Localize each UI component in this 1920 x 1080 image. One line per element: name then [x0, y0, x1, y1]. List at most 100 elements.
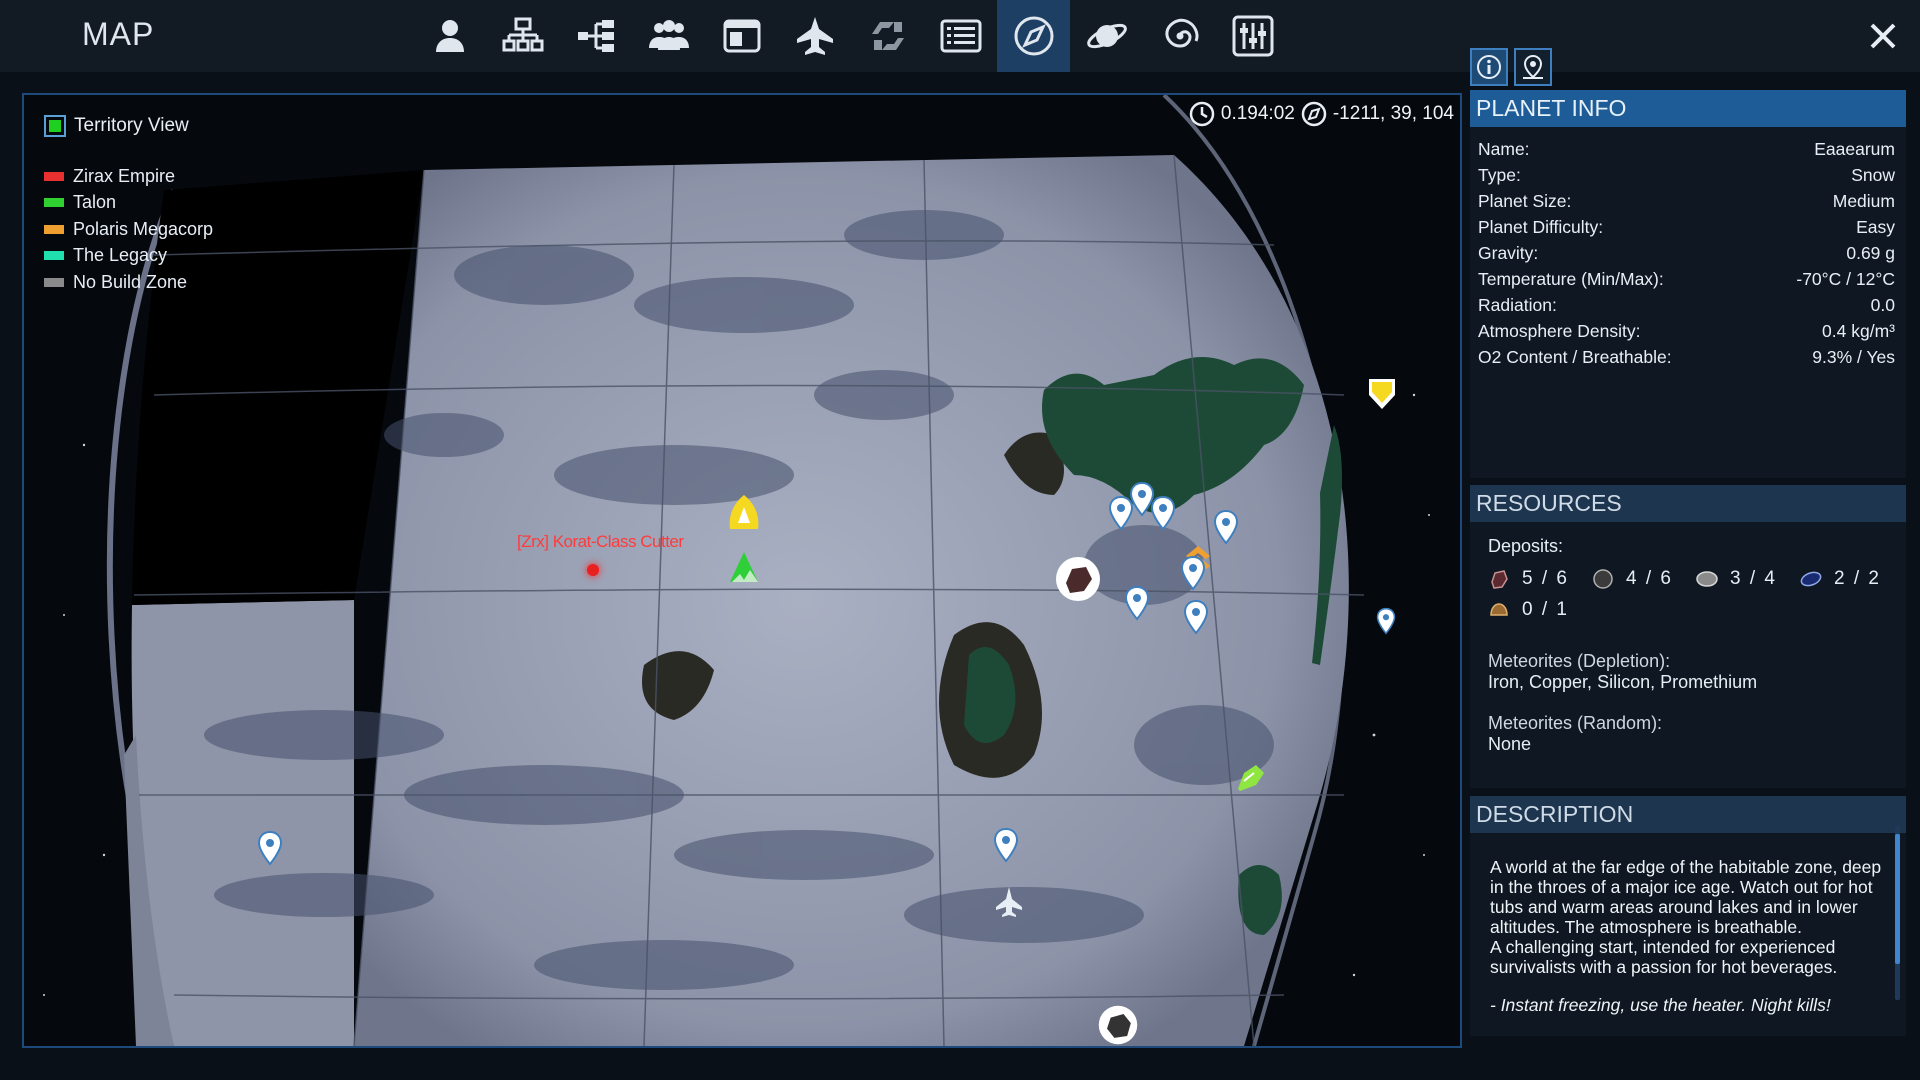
tab-planet-info[interactable] — [1470, 48, 1508, 86]
planet-info-header: PLANET INFO — [1470, 90, 1906, 127]
talon-base-marker[interactable] — [724, 548, 764, 588]
legend-swatch — [44, 198, 64, 208]
legend-swatch — [44, 224, 64, 234]
tab-structures[interactable] — [486, 0, 559, 72]
deposit-count: 4 / 6 — [1626, 567, 1673, 589]
info-value: 9.3% / Yes — [1812, 346, 1895, 367]
tab-galaxy[interactable] — [1143, 0, 1216, 72]
iron-ore-icon — [1491, 569, 1508, 589]
tab-trade[interactable] — [851, 0, 924, 72]
info-key: Temperature (Min/Max): — [1478, 268, 1664, 289]
poi-pin-icon[interactable] — [1150, 495, 1176, 531]
info-icon — [1477, 55, 1501, 79]
deposit-item-sathium: 0 / 1 — [1488, 594, 1592, 625]
poi-pin-icon[interactable] — [1124, 585, 1150, 621]
info-key: Radiation: — [1478, 294, 1557, 315]
flag-marker[interactable] — [1367, 377, 1397, 411]
meteorites-depletion-label: Meteorites (Depletion): — [1488, 651, 1671, 671]
deposit-count: 2 / 2 — [1834, 567, 1881, 589]
description-header: DESCRIPTION — [1470, 796, 1906, 833]
legend-item-no-build-zone: No Build Zone — [44, 269, 213, 296]
info-value: Easy — [1856, 216, 1895, 237]
info-key: Atmosphere Density: — [1478, 320, 1641, 341]
zirax-ship-dot[interactable] — [587, 564, 599, 576]
player-icon — [435, 20, 464, 52]
compass-icon — [1301, 101, 1327, 127]
tab-faction[interactable] — [632, 0, 705, 72]
info-row-size: Planet Size: Medium — [1470, 188, 1906, 214]
poi-pin-icon[interactable] — [1376, 607, 1396, 635]
trade-icon — [871, 22, 904, 50]
planet-icon — [1086, 23, 1127, 49]
deposit-count: 0 / 1 — [1522, 598, 1569, 620]
meteorites-depletion-value: Iron, Copper, Silicon, Promethium — [1488, 672, 1758, 692]
info-row-name: Name: Eaaearum — [1470, 136, 1906, 162]
close-icon — [1870, 23, 1896, 49]
legend-label: The Legacy — [73, 245, 168, 266]
info-value: 0.4 kg/m³ — [1822, 320, 1895, 341]
close-button[interactable] — [1846, 0, 1920, 72]
tab-map[interactable] — [997, 0, 1070, 72]
game-time: 0.194:02 — [1220, 103, 1295, 124]
player-ship-marker[interactable] — [724, 493, 764, 533]
copper-deposit-marker[interactable] — [1096, 1003, 1140, 1047]
info-row-atmosphere: Atmosphere Density: 0.4 kg/m³ — [1470, 318, 1906, 344]
map-viewport[interactable]: [Zrx] Korat-Class Cutter Territory View … — [22, 93, 1462, 1048]
player-coordinates: -1211, 39, 104 — [1332, 103, 1454, 124]
tab-ships[interactable] — [778, 0, 851, 72]
legend-label: Zirax Empire — [73, 165, 176, 186]
info-key: Planet Difficulty: — [1478, 216, 1604, 237]
deposit-list: 5 / 6 4 / 6 3 / 4 2 / 2 0 / 1 — [1488, 563, 1908, 625]
territory-view-toggle[interactable]: Territory View — [44, 115, 213, 137]
description-panel: DESCRIPTION A world at the far edge of t… — [1470, 796, 1906, 1036]
page-title: MAP — [82, 16, 155, 52]
description-text[interactable]: A world at the far edge of the habitable… — [1470, 833, 1906, 1039]
list-icon — [940, 19, 981, 53]
copper-ore-icon — [1593, 568, 1613, 589]
ship-label: [Zrx] Korat-Class Cutter — [517, 532, 684, 551]
tab-poi-list[interactable] — [1514, 48, 1552, 86]
poi-pin-icon[interactable] — [1180, 555, 1206, 591]
tech-tree-icon — [577, 20, 614, 52]
clock-icon — [1189, 101, 1215, 127]
spawn-ship-marker[interactable] — [994, 885, 1024, 917]
info-key: Type: — [1478, 164, 1521, 185]
tab-registry[interactable] — [705, 0, 778, 72]
poi-pin-icon[interactable] — [1213, 509, 1239, 545]
poi-pin-icon[interactable] — [993, 827, 1019, 863]
info-row-radiation: Radiation: 0.0 — [1470, 292, 1906, 318]
description-scrollbar[interactable] — [1895, 826, 1900, 1000]
resources-panel: RESOURCES Deposits: 5 / 6 4 / 6 3 / 4 2 … — [1470, 485, 1906, 788]
compass-icon — [1014, 16, 1053, 56]
legend-swatch — [44, 251, 64, 261]
legend-label: No Build Zone — [73, 271, 188, 292]
tab-tech-tree[interactable] — [559, 0, 632, 72]
poi-pin-icon[interactable] — [257, 830, 283, 866]
silicon-ore-icon — [1696, 570, 1718, 587]
tab-planet[interactable] — [1070, 0, 1143, 72]
deposit-count: 5 / 6 — [1522, 567, 1569, 589]
territory-view-checkbox[interactable] — [44, 115, 66, 137]
deposits-label: Deposits: — [1488, 536, 1564, 556]
settings-icon — [1232, 15, 1273, 57]
scrollbar-thumb[interactable] — [1895, 834, 1900, 964]
iron-deposit-marker[interactable] — [1054, 555, 1102, 603]
info-row-o2: O2 Content / Breathable: 9.3% / Yes — [1470, 344, 1906, 370]
poi-pin-icon[interactable] — [1183, 599, 1209, 635]
position-readout: 0.194:02 -1211, 39, 104 — [1183, 101, 1454, 127]
info-value: Medium — [1832, 190, 1895, 211]
talon-outpost-marker[interactable] — [1234, 761, 1268, 795]
resources-header: RESOURCES — [1470, 485, 1906, 522]
legend-item-talon: Talon — [44, 190, 213, 217]
legend-item-zirax: Zirax Empire — [44, 163, 213, 190]
tab-player[interactable] — [413, 0, 486, 72]
galaxy-icon — [1164, 18, 1198, 48]
info-row-difficulty: Planet Difficulty: Easy — [1470, 214, 1906, 240]
tab-list[interactable] — [924, 0, 997, 72]
info-value: 0.0 — [1870, 294, 1895, 315]
info-row-temperature: Temperature (Min/Max): -70°C / 12°C — [1470, 266, 1906, 292]
legend-label: Talon — [73, 192, 117, 213]
description-paragraph: A world at the far edge of the habitable… — [1490, 857, 1882, 937]
tab-settings[interactable] — [1216, 0, 1289, 72]
territory-view-label: Territory View — [74, 115, 189, 136]
